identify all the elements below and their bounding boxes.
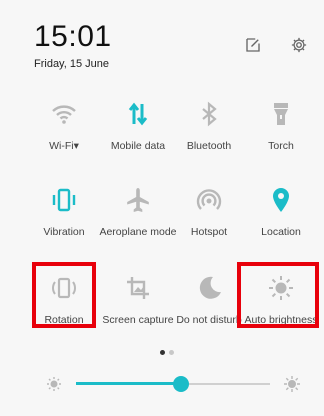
tile-screen-capture[interactable]: Screen capture [98, 274, 178, 338]
date-label: Friday, 15 June [34, 58, 110, 70]
rotation-highlight-box [32, 262, 96, 328]
page-indicator-active [160, 350, 165, 355]
brightness-high-icon [283, 375, 301, 393]
hotspot-icon [195, 186, 223, 214]
screen-capture-icon [124, 274, 152, 302]
vibration-icon [50, 186, 78, 214]
tile-mobile-data[interactable]: Mobile data [98, 100, 178, 164]
torch-icon [267, 100, 295, 128]
tile-wifi[interactable]: Wi-Fi▾ [24, 100, 104, 164]
airplane-icon [124, 186, 152, 214]
edit-icon[interactable] [244, 36, 262, 54]
brightness-slider-fill [76, 382, 181, 385]
tile-label: Torch [268, 140, 294, 152]
tile-label: Location [261, 226, 301, 238]
wifi-icon [50, 100, 78, 128]
tile-vibration[interactable]: Vibration [24, 186, 104, 250]
tile-bluetooth[interactable]: Bluetooth [169, 100, 249, 164]
tile-hotspot[interactable]: Hotspot [169, 186, 249, 250]
gear-icon[interactable] [290, 36, 308, 54]
brightness-slider-thumb[interactable] [172, 376, 189, 392]
mobile-data-icon [124, 100, 152, 128]
location-icon [267, 186, 295, 214]
clock-time: 15:01 [34, 20, 112, 53]
tile-location[interactable]: Location [241, 186, 321, 250]
tile-aeroplane-mode[interactable]: Aeroplane mode [98, 186, 178, 250]
moon-icon [195, 274, 223, 302]
brightness-low-icon [45, 375, 63, 393]
tile-torch[interactable]: Torch [241, 100, 321, 164]
quick-settings-panel: 15:01 Friday, 15 June Wi-Fi▾ Mobile data… [0, 0, 324, 416]
bluetooth-icon [195, 100, 223, 128]
auto-brightness-highlight-box [237, 262, 319, 328]
page-indicator-inactive [169, 350, 174, 355]
